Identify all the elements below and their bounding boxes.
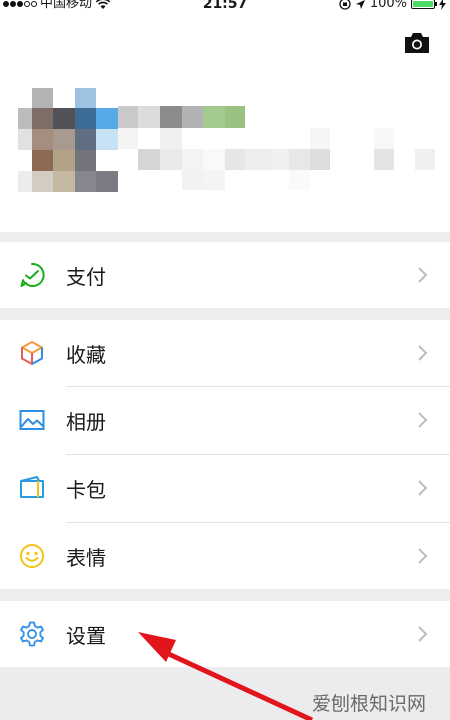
cube-icon: [18, 339, 46, 367]
chevron-right-icon: [418, 345, 428, 361]
battery-icon: [411, 0, 437, 9]
gear-icon: [18, 620, 46, 648]
menu-item-stickers[interactable]: 表情: [0, 523, 450, 589]
menu-item-stickers-label: 表情: [66, 545, 106, 570]
chevron-right-icon: [418, 267, 428, 283]
status-right: 100%: [339, 0, 446, 10]
wallet-icon: [18, 261, 46, 289]
profile-header[interactable]: [0, 14, 450, 232]
menu-item-pay-label: 支付: [66, 264, 106, 289]
menu-item-cards-label: 卡包: [66, 477, 106, 502]
charging-icon: [439, 0, 446, 10]
section-gap: [0, 232, 450, 242]
menu-item-cards[interactable]: 卡包: [0, 455, 450, 521]
chevron-right-icon: [418, 412, 428, 428]
menu-item-pay[interactable]: 支付: [0, 242, 450, 308]
orientation-lock-icon: [339, 0, 351, 10]
battery-level-fill: [413, 1, 433, 7]
watermark-text: 爱刨根知识网: [311, 693, 426, 715]
menu-item-album-label: 相册: [66, 409, 106, 434]
nickname-pixelated[interactable]: [118, 106, 448, 198]
smiley-icon: [18, 542, 46, 570]
section-gap: [0, 308, 450, 320]
photo-icon: [18, 406, 46, 434]
chevron-right-icon: [418, 480, 428, 496]
card-wallet-icon: [18, 474, 46, 502]
menu-item-favorites-label: 收藏: [66, 342, 106, 367]
section-gap: [0, 589, 450, 601]
footer-area: 爱刨根知识网: [0, 667, 450, 720]
camera-icon[interactable]: [403, 32, 431, 54]
menu-item-album[interactable]: 相册: [0, 387, 450, 453]
avatar[interactable]: [18, 88, 118, 192]
location-icon: [355, 0, 365, 9]
menu-item-settings-label: 设置: [66, 623, 106, 648]
status-bar: 中国移动 21:57 100%: [0, 0, 450, 14]
chevron-right-icon: [418, 548, 428, 564]
menu-item-favorites[interactable]: 收藏: [0, 320, 450, 386]
menu-item-settings[interactable]: 设置: [0, 601, 450, 667]
battery-percent: 100%: [369, 0, 407, 11]
chevron-right-icon: [418, 626, 428, 642]
